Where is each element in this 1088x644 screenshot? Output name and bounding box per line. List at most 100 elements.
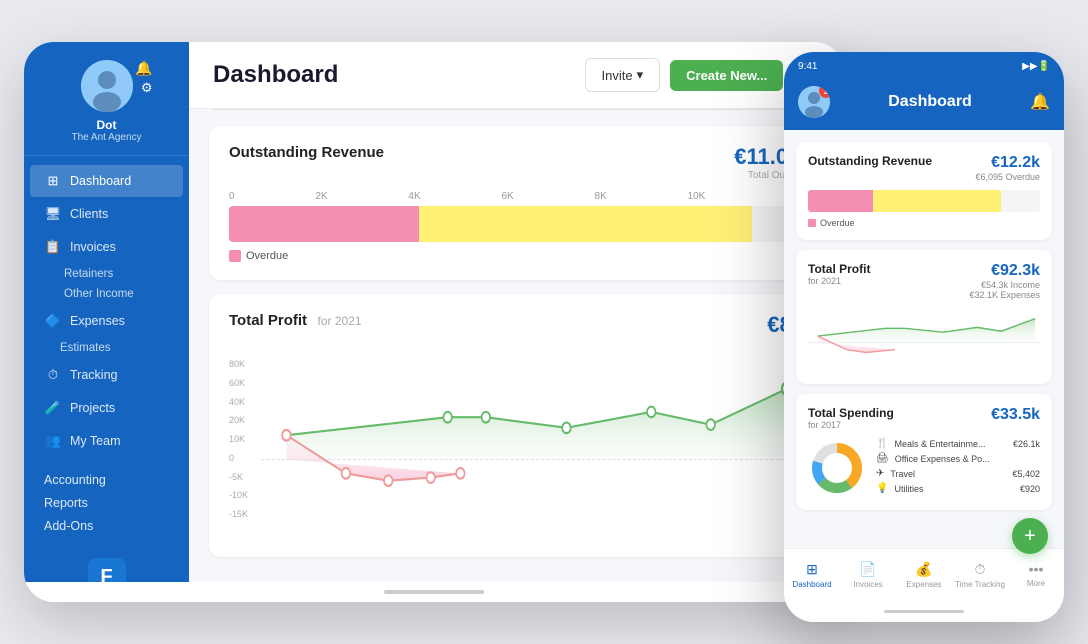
mobile-profit-income: €54.3k Income: [969, 280, 1040, 290]
profit-y-axis: 80K60K40K20K10K0-5K-10K-15K: [229, 359, 261, 519]
mobile-page-title: Dashboard: [838, 93, 1022, 111]
overdue-bar: [229, 206, 419, 242]
mobile-body: Outstanding Revenue €12.2k €6,095 Overdu…: [784, 130, 1064, 548]
mobile-spending-card: Total Spending for 2017 €33.5k 🍴: [796, 394, 1052, 510]
mobile-device: 9:41 ▶▶🔋 2 Dashboard 🔔: [784, 52, 1064, 622]
mobile-nav-expenses-icon: 💰: [915, 561, 932, 578]
mobile-nav-invoices[interactable]: 📄 Invoices: [840, 561, 896, 589]
invite-chevron-icon: ▾: [637, 67, 644, 83]
sidebar-item-estimates[interactable]: Estimates: [24, 338, 189, 358]
outstanding-revenue-card: Outstanding Revenue €11.0K Total Outst..…: [209, 126, 824, 280]
create-label: Create New...: [686, 68, 767, 83]
mobile-nav-invoices-icon: 📄: [859, 561, 876, 578]
revenue-legend: Overdue: [229, 250, 804, 262]
travel-icon: ✈: [876, 468, 884, 479]
scene: 🔔 ⚙ Dot The Ant Agency ⊞ Dashboard 🖥 Cli…: [24, 22, 1064, 622]
nav-label-projects: Projects: [70, 401, 115, 415]
total-profit-header: Total Profit for 2021 €89 tot...: [229, 312, 804, 349]
mobile-home-bar: [784, 600, 1064, 622]
invite-button[interactable]: Invite ▾: [585, 58, 661, 92]
mobile-profit-chart: [808, 308, 1040, 368]
sidebar-item-other-income[interactable]: Other Income: [24, 284, 189, 304]
mobile-outstanding-card: Outstanding Revenue €12.2k €6,095 Overdu…: [796, 142, 1052, 240]
mobile-nav-more[interactable]: ••• More: [1008, 561, 1064, 588]
sidebar-item-projects[interactable]: 🧪 Projects: [30, 392, 183, 424]
mobile-nav-expenses[interactable]: 💰 Expenses: [896, 561, 952, 589]
spending-donut-chart: [808, 439, 866, 497]
mobile-spending-title: Total Spending: [808, 406, 894, 420]
clients-icon: 🖥: [44, 206, 62, 222]
mobile-profit-expenses: €32.1K Expenses: [969, 290, 1040, 300]
sidebar-item-addons[interactable]: Add-Ons: [30, 515, 183, 537]
total-profit-year: for 2021: [318, 314, 362, 328]
mobile-revenue-legend: Overdue: [808, 218, 1040, 228]
mobile-nav-time-icon: ⏱: [975, 561, 986, 578]
home-bar-indicator: [384, 590, 484, 594]
sidebar-nav: ⊞ Dashboard 🖥 Clients 📋 Invoices Retaine…: [24, 156, 189, 546]
utilities-value: €920: [1020, 484, 1040, 494]
mobile-nav-more-label: More: [1027, 579, 1045, 588]
sidebar-user: 🔔 ⚙ Dot The Ant Agency: [24, 42, 189, 156]
mobile-outstanding-sub: €6,095 Overdue: [975, 172, 1040, 182]
spending-item-meals: 🍴 Meals & Entertainme... €26.1k: [876, 438, 1040, 449]
total-profit-card: Total Profit for 2021 €89 tot... 80K60K4…: [209, 294, 824, 557]
sidebar-item-time-tracking[interactable]: ⏱ Tracking: [30, 359, 183, 391]
mobile-nav-time-tracking[interactable]: ⏱ Time Tracking: [952, 561, 1008, 589]
mobile-spending-amount: €33.5k: [991, 406, 1040, 424]
mobile-profit-header: Total Profit for 2021 €92.3k €54.3k Inco…: [808, 262, 1040, 300]
mobile-nav-more-icon: •••: [1029, 561, 1044, 577]
sidebar-item-my-team[interactable]: 👥 My Team: [30, 425, 183, 457]
sidebar-item-expenses[interactable]: 🔷 Expenses: [30, 305, 183, 337]
office-icon: 🖨: [876, 453, 889, 464]
pending-bar: [419, 206, 753, 242]
mobile-header: 2 Dashboard 🔔: [784, 80, 1064, 130]
fab-button[interactable]: +: [1012, 518, 1048, 554]
status-icons: ▶▶🔋: [1022, 61, 1050, 72]
dashboard-icon: ⊞: [44, 173, 62, 189]
travel-label: Travel: [890, 469, 915, 479]
overdue-label: Overdue: [246, 250, 288, 262]
mobile-outstanding-header: Outstanding Revenue €12.2k €6,095 Overdu…: [808, 154, 1040, 182]
user-company: The Ant Agency: [71, 132, 141, 143]
sidebar-item-clients[interactable]: 🖥 Clients: [30, 198, 183, 230]
mobile-bell-icon: 🔔: [1030, 92, 1050, 112]
sidebar-item-reports[interactable]: Reports: [30, 492, 183, 514]
nav-label-invoices: Invoices: [70, 240, 116, 254]
sidebar-item-invoices[interactable]: 📋 Invoices: [30, 231, 183, 263]
avatar: [81, 60, 133, 112]
mobile-nav-expenses-label: Expenses: [906, 580, 941, 589]
outstanding-revenue-header: Outstanding Revenue €11.0K Total Outst..…: [229, 144, 804, 181]
sidebar-item-dashboard[interactable]: ⊞ Dashboard: [30, 165, 183, 197]
mobile-spending-header: Total Spending for 2017 €33.5k: [808, 406, 1040, 430]
logo-letter: F: [100, 566, 112, 583]
meals-value: €26.1k: [1013, 439, 1040, 449]
avatar-container: 🔔 ⚙: [81, 60, 133, 112]
nav-label-time-tracking: Tracking: [70, 368, 117, 382]
spending-item-utilities: 💡 Utilities €920: [876, 483, 1040, 494]
spending-list: 🍴 Meals & Entertainme... €26.1k 🖨 Office…: [876, 438, 1040, 498]
overdue-legend: Overdue: [229, 250, 288, 262]
tablet-device: 🔔 ⚙ Dot The Ant Agency ⊞ Dashboard 🖥 Cli…: [24, 42, 844, 602]
nav-label-expenses: Expenses: [70, 314, 125, 328]
sidebar-item-retainers[interactable]: Retainers: [24, 264, 189, 284]
outstanding-revenue-title: Outstanding Revenue: [229, 144, 384, 161]
spending-item-office: 🖨 Office Expenses & Po...: [876, 453, 1040, 464]
mobile-profit-amount: €92.3k: [969, 262, 1040, 280]
sidebar-item-accounting[interactable]: Accounting: [30, 469, 183, 491]
mobile-profit-card: Total Profit for 2021 €92.3k €54.3k Inco…: [796, 250, 1052, 384]
office-label: Office Expenses & Po...: [895, 454, 990, 464]
profit-chart-svg: [261, 359, 804, 539]
spending-item-travel: ✈ Travel €5,402: [876, 468, 1040, 479]
invite-label: Invite: [602, 68, 633, 83]
total-profit-title: Total Profit: [229, 312, 307, 329]
meals-icon: 🍴: [876, 438, 888, 449]
profit-chart-area: 80K60K40K20K10K0-5K-10K-15K: [229, 359, 804, 539]
overdue-dot: [229, 250, 241, 262]
mobile-outstanding-amount: €12.2k: [975, 154, 1040, 172]
mobile-nav-dashboard[interactable]: ⊞ Dashboard: [784, 561, 840, 589]
mobile-nav-dashboard-icon: ⊞: [806, 561, 818, 578]
page-title: Dashboard: [213, 61, 338, 89]
create-button[interactable]: Create New...: [670, 60, 783, 91]
mobile-home-indicator: [884, 610, 964, 613]
meals-label: Meals & Entertainme...: [894, 439, 985, 449]
